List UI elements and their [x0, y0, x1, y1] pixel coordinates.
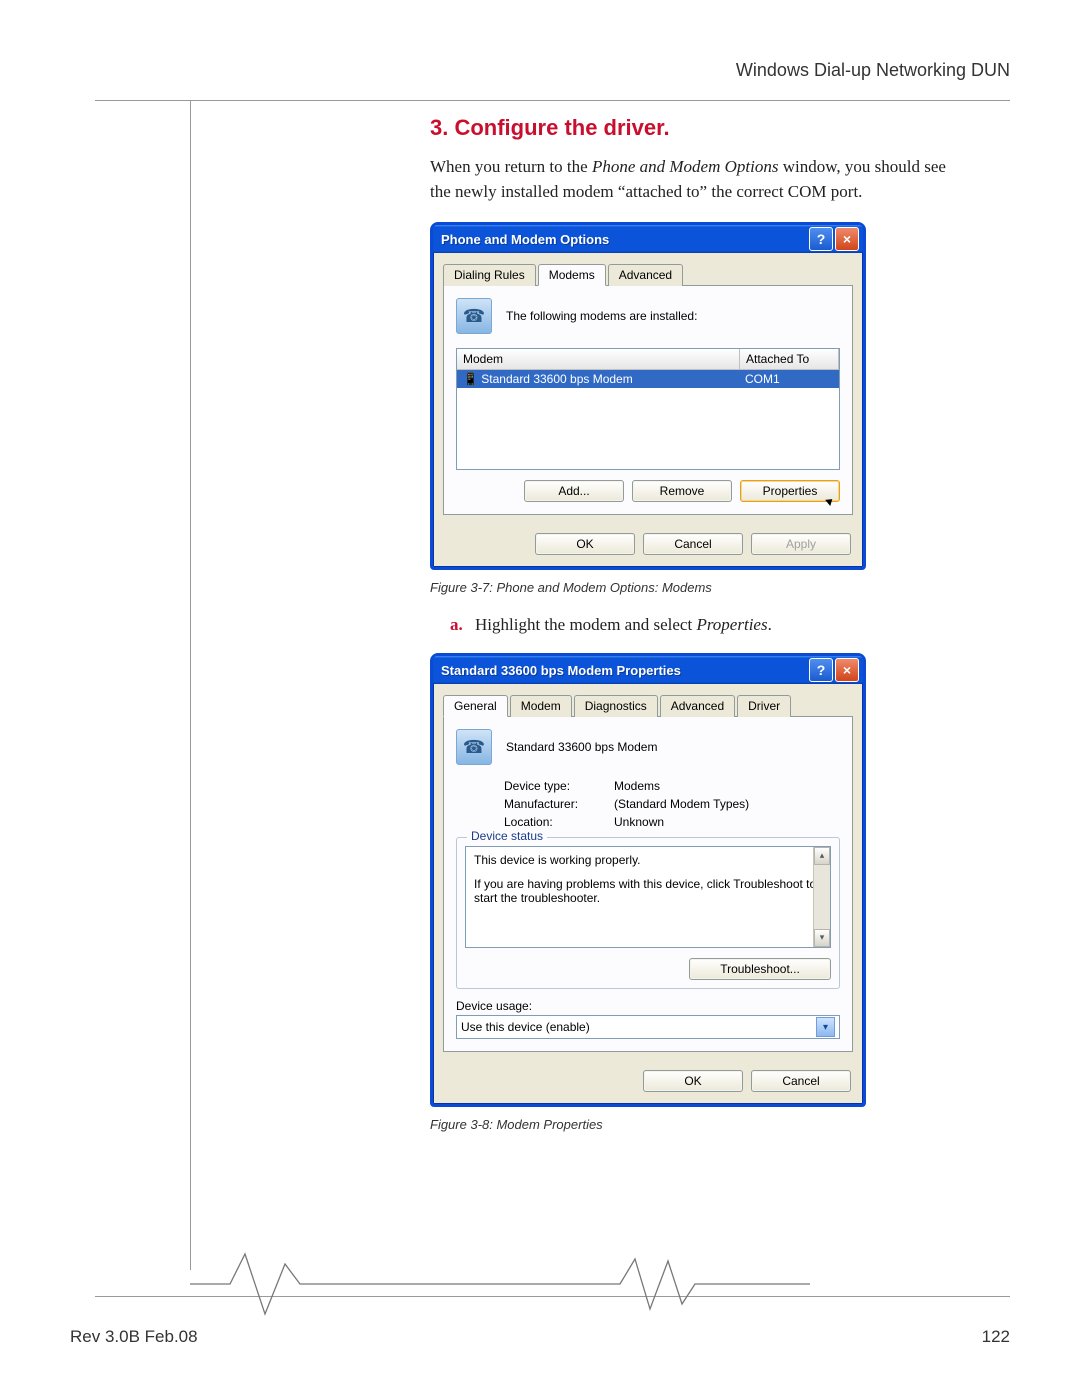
v-manufacturer: (Standard Modem Types) [614, 797, 749, 811]
dialog2-titlebar[interactable]: Standard 33600 bps Modem Properties ? × [433, 656, 863, 684]
figure-3-8-caption: Figure 3-8: Modem Properties [430, 1117, 990, 1132]
device-status-group: Device status This device is working pro… [456, 837, 840, 989]
step-a-pre: Highlight the modem and select [475, 615, 696, 634]
tab-modem[interactable]: Modem [510, 695, 572, 717]
k-device-type: Device type: [504, 779, 614, 793]
scroll-down-icon[interactable]: ▾ [814, 929, 830, 947]
main-content: 3. Configure the driver. When you return… [430, 115, 990, 1152]
tab-advanced2[interactable]: Advanced [660, 695, 735, 717]
tab-pane: ☎ The following modems are installed: Mo… [443, 285, 853, 515]
footer-wave-graphic [190, 1249, 810, 1319]
device-info: Device type:Modems Manufacturer:(Standar… [504, 779, 840, 829]
modem-icon: ☎ [456, 729, 492, 765]
cell-modem: 📱 Standard 33600 bps Modem [457, 370, 739, 388]
section-title: 3. Configure the driver. [430, 115, 990, 141]
add-button[interactable]: Add... [524, 480, 624, 502]
page-footer: Rev 3.0B Feb.08 122 [70, 1327, 1010, 1347]
installed-msg: The following modems are installed: [506, 309, 697, 323]
tab-general[interactable]: General [443, 695, 508, 717]
dialog-titlebar[interactable]: Phone and Modem Options ? × [433, 225, 863, 253]
ok-button-2[interactable]: OK [643, 1070, 743, 1092]
modem-properties-dialog: Standard 33600 bps Modem Properties ? × … [430, 653, 866, 1107]
step-a-ital: Properties [696, 615, 767, 634]
modem-icon: ☎ [456, 298, 492, 334]
step-a-post: . [768, 615, 772, 634]
close-icon[interactable]: × [835, 658, 859, 682]
tab2-pane: ☎ Standard 33600 bps Modem Device type:M… [443, 716, 853, 1052]
device-usage-label: Device usage: [456, 999, 840, 1013]
modem-name: Standard 33600 bps Modem [506, 740, 657, 754]
page-header: Windows Dial-up Networking DUN [736, 60, 1010, 81]
help-icon[interactable]: ? [809, 227, 833, 251]
tab-advanced[interactable]: Advanced [608, 264, 683, 286]
cancel-button-2[interactable]: Cancel [751, 1070, 851, 1092]
apply-button[interactable]: Apply [751, 533, 851, 555]
intro-pre: When you return to the [430, 157, 592, 176]
status-line1: This device is working properly. [474, 853, 822, 867]
tabs: Dialing Rules Modems Advanced [443, 263, 853, 286]
close-icon[interactable]: × [835, 227, 859, 251]
k-location: Location: [504, 815, 614, 829]
col-modem[interactable]: Modem [457, 349, 740, 369]
status-line2: If you are having problems with this dev… [474, 877, 822, 905]
modem-list[interactable]: Modem Attached To 📱 Standard 33600 bps M… [456, 348, 840, 470]
help-icon[interactable]: ? [809, 658, 833, 682]
tab-driver[interactable]: Driver [737, 695, 791, 717]
v-device-type: Modems [614, 779, 660, 793]
device-usage-value: Use this device (enable) [461, 1020, 590, 1034]
left-rule [190, 100, 191, 1270]
top-rule [95, 100, 1010, 101]
figure-3-7-caption: Figure 3-7: Phone and Modem Options: Mod… [430, 580, 990, 595]
cell-attached: COM1 [739, 370, 839, 388]
tabs2: General Modem Diagnostics Advanced Drive… [443, 694, 853, 717]
properties-button[interactable]: Properties [740, 480, 840, 502]
v-location: Unknown [614, 815, 664, 829]
step-a: a. Highlight the modem and select Proper… [450, 615, 990, 635]
cancel-button[interactable]: Cancel [643, 533, 743, 555]
footer-page: 122 [982, 1327, 1010, 1347]
ok-button[interactable]: OK [535, 533, 635, 555]
chevron-down-icon[interactable]: ▾ [816, 1017, 835, 1037]
list-header: Modem Attached To [457, 349, 839, 370]
intro-ital: Phone and Modem Options [592, 157, 779, 176]
device-usage-dropdown[interactable]: Use this device (enable) ▾ [456, 1015, 840, 1039]
intro-paragraph: When you return to the Phone and Modem O… [430, 155, 950, 204]
list-row-selected[interactable]: 📱 Standard 33600 bps Modem COM1 [457, 370, 839, 388]
scroll-up-icon[interactable]: ▴ [814, 847, 830, 865]
step-a-label: a. [450, 615, 463, 634]
remove-button[interactable]: Remove [632, 480, 732, 502]
col-attached[interactable]: Attached To [740, 349, 839, 369]
dialog-title: Phone and Modem Options [441, 232, 807, 247]
status-textarea[interactable]: This device is working properly. If you … [465, 846, 831, 948]
tab-diagnostics[interactable]: Diagnostics [574, 695, 658, 717]
footer-rev: Rev 3.0B Feb.08 [70, 1327, 198, 1347]
device-status-label: Device status [467, 829, 547, 843]
tab-dialing-rules[interactable]: Dialing Rules [443, 264, 536, 286]
troubleshoot-button[interactable]: Troubleshoot... [689, 958, 831, 980]
k-manufacturer: Manufacturer: [504, 797, 614, 811]
phone-modem-dialog: Phone and Modem Options ? × Dialing Rule… [430, 222, 866, 570]
scrollbar[interactable]: ▴ ▾ [813, 847, 830, 947]
tab-modems[interactable]: Modems [538, 264, 606, 286]
dialog2-title: Standard 33600 bps Modem Properties [441, 663, 807, 678]
